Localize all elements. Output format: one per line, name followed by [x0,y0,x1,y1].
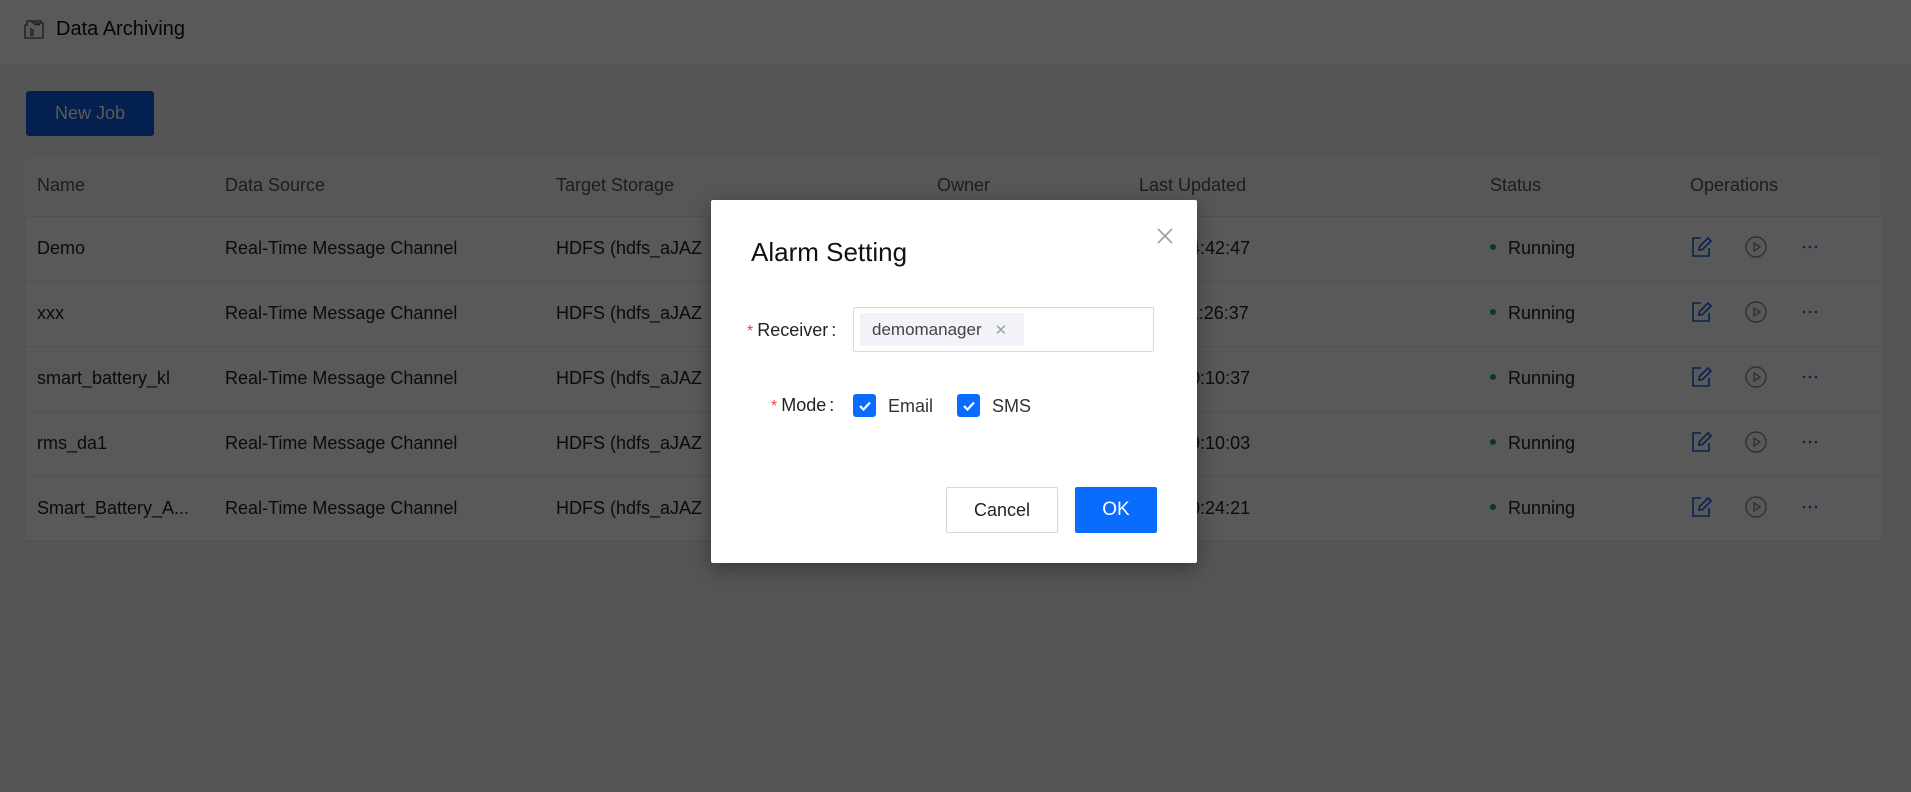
receiver-tag: demomanager ✕ [860,313,1024,346]
receiver-label: * Receiver: [747,320,837,340]
sms-checkbox-label[interactable]: SMS [992,396,1031,417]
mode-label: * Mode: [771,395,835,415]
check-icon [962,401,975,411]
required-mark: * [771,398,778,415]
close-icon[interactable] [1153,224,1177,248]
email-checkbox-label[interactable]: Email [888,396,933,417]
receiver-tag-label: demomanager [872,319,982,339]
receiver-input[interactable]: demomanager ✕ [853,307,1154,352]
email-checkbox[interactable] [853,394,876,417]
alarm-setting-dialog: Alarm Setting * Receiver: demomanager ✕ *… [711,200,1197,563]
ok-button[interactable]: OK [1075,487,1157,533]
cancel-button[interactable]: Cancel [946,487,1058,533]
check-icon [858,401,871,411]
sms-checkbox[interactable] [957,394,980,417]
dialog-title: Alarm Setting [751,237,908,267]
tag-remove-icon[interactable]: ✕ [995,321,1008,339]
required-mark: * [747,323,754,340]
